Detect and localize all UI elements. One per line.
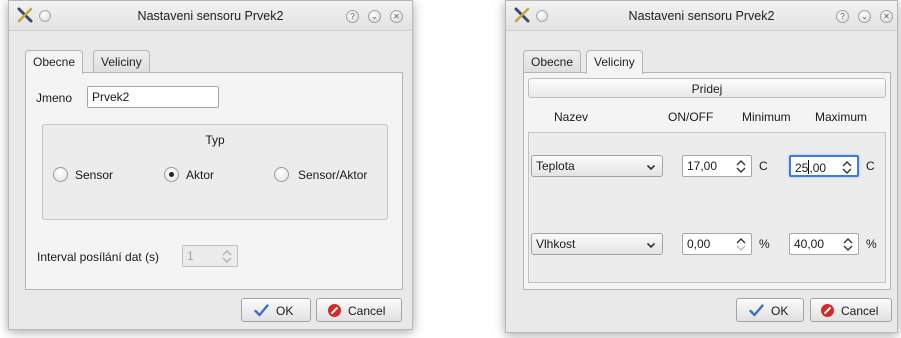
cancel-icon	[328, 304, 341, 317]
max-spinbox-teplota[interactable]: 25,00	[789, 155, 859, 177]
max-unit: C	[866, 159, 875, 173]
max-value: 40,00	[794, 237, 825, 251]
close-icon[interactable]: ✕	[880, 10, 893, 23]
max-value: 25,00	[795, 160, 826, 175]
tab-veliciny[interactable]: Veliciny	[93, 50, 150, 72]
tab-veliciny[interactable]: Veliciny	[586, 50, 643, 74]
onoff-spinbox-teplota[interactable]: 17,00	[682, 155, 752, 177]
add-button[interactable]: Pridej	[528, 78, 886, 98]
onoff-value: 0,00	[687, 237, 711, 251]
radio-sensor-label[interactable]: Sensor	[75, 168, 113, 182]
tab-panel-obecne: Jmeno Prvek2 Typ Sensor Aktor Sensor/Akt…	[25, 72, 403, 290]
radio-sensor[interactable]	[53, 167, 68, 182]
minimize-icon[interactable]: ⌄	[368, 10, 381, 23]
max-value-before-caret: 25	[795, 161, 809, 175]
left-dialog-window: Nastaveni sensoru Prvek2 ? ⌄ ✕ Obecne Ve…	[8, 0, 413, 330]
interval-value: 1	[187, 249, 194, 263]
spin-arrows-icon[interactable]	[736, 159, 746, 174]
checkmark-icon	[254, 304, 269, 317]
header-name: Nazev	[554, 110, 589, 124]
ok-button[interactable]: OK	[241, 298, 311, 322]
header-minimum: Minimum	[742, 110, 791, 124]
quantities-frame: Teplota 17,00 C 25,00 C Vlhkost 0,00 % 4…	[528, 132, 886, 283]
name-input[interactable]: Prvek2	[87, 86, 219, 108]
tab-panel-veliciny: Pridej Nazev ON/OFF Minimum Maximum Tepl…	[523, 72, 891, 290]
onoff-value: 17,00	[687, 159, 718, 173]
cancel-icon	[821, 304, 834, 317]
spin-arrows-icon[interactable]	[736, 237, 746, 252]
tab-obecne[interactable]: Obecne	[25, 50, 84, 74]
onoff-unit: %	[759, 237, 770, 251]
minimize-icon[interactable]: ⌄	[858, 10, 871, 23]
radio-aktor[interactable]	[164, 167, 179, 182]
spin-arrows-icon[interactable]	[222, 249, 232, 264]
chevron-down-icon	[646, 164, 656, 171]
left-titlebar[interactable]: Nastaveni sensoru Prvek2 ? ⌄ ✕	[9, 1, 412, 31]
chevron-down-icon	[646, 242, 656, 249]
radio-sensor-aktor-label[interactable]: Sensor/Aktor	[298, 168, 367, 182]
radio-aktor-label[interactable]: Aktor	[186, 168, 214, 182]
quantity-combo-teplota[interactable]: Teplota	[531, 155, 663, 177]
max-value-after-caret: ,00	[809, 161, 827, 175]
right-titlebar[interactable]: Nastaveni sensoru Prvek2 ? ⌄ ✕	[506, 1, 897, 31]
interval-label: Interval posílání dat (s)	[37, 250, 160, 264]
max-spinbox-vlhkost[interactable]: 40,00	[789, 233, 859, 255]
header-onoff: ON/OFF	[668, 110, 714, 124]
name-label: Jmeno	[36, 91, 73, 105]
tab-obecne[interactable]: Obecne	[523, 50, 582, 72]
type-groupbox: Typ Sensor Aktor Sensor/Aktor	[42, 124, 388, 220]
ok-button[interactable]: OK	[736, 298, 804, 322]
ok-button-label: OK	[771, 304, 789, 318]
tab-bar: Obecne Veliciny	[523, 50, 723, 74]
cancel-button-label: Cancel	[841, 304, 879, 318]
cancel-button[interactable]: Cancel	[316, 298, 402, 322]
combo-value: Vlhkost	[536, 237, 576, 251]
onoff-spinbox-vlhkost[interactable]: 0,00	[682, 233, 752, 255]
radio-sensor-aktor[interactable]	[274, 167, 289, 182]
spin-arrows-icon[interactable]	[843, 237, 853, 252]
quantity-combo-vlhkost[interactable]: Vlhkost	[531, 233, 663, 255]
cancel-button[interactable]: Cancel	[810, 298, 892, 322]
help-icon[interactable]: ?	[346, 10, 359, 23]
interval-spinbox[interactable]: 1	[182, 245, 238, 267]
cancel-button-label: Cancel	[348, 304, 386, 318]
onoff-unit: C	[759, 159, 768, 173]
tab-bar: Obecne Veliciny	[25, 50, 225, 74]
ok-button-label: OK	[276, 304, 294, 318]
max-unit: %	[866, 237, 877, 251]
spin-arrows-icon[interactable]	[842, 160, 852, 175]
help-icon[interactable]: ?	[836, 10, 849, 23]
close-icon[interactable]: ✕	[390, 10, 403, 23]
type-group-title: Typ	[205, 133, 225, 147]
combo-value: Teplota	[536, 159, 575, 173]
radio-selected-dot	[169, 172, 174, 177]
checkmark-icon	[749, 304, 764, 317]
right-dialog-window: Nastaveni sensoru Prvek2 ? ⌄ ✕ Obecne Ve…	[505, 0, 898, 333]
header-maximum: Maximum	[815, 110, 868, 124]
